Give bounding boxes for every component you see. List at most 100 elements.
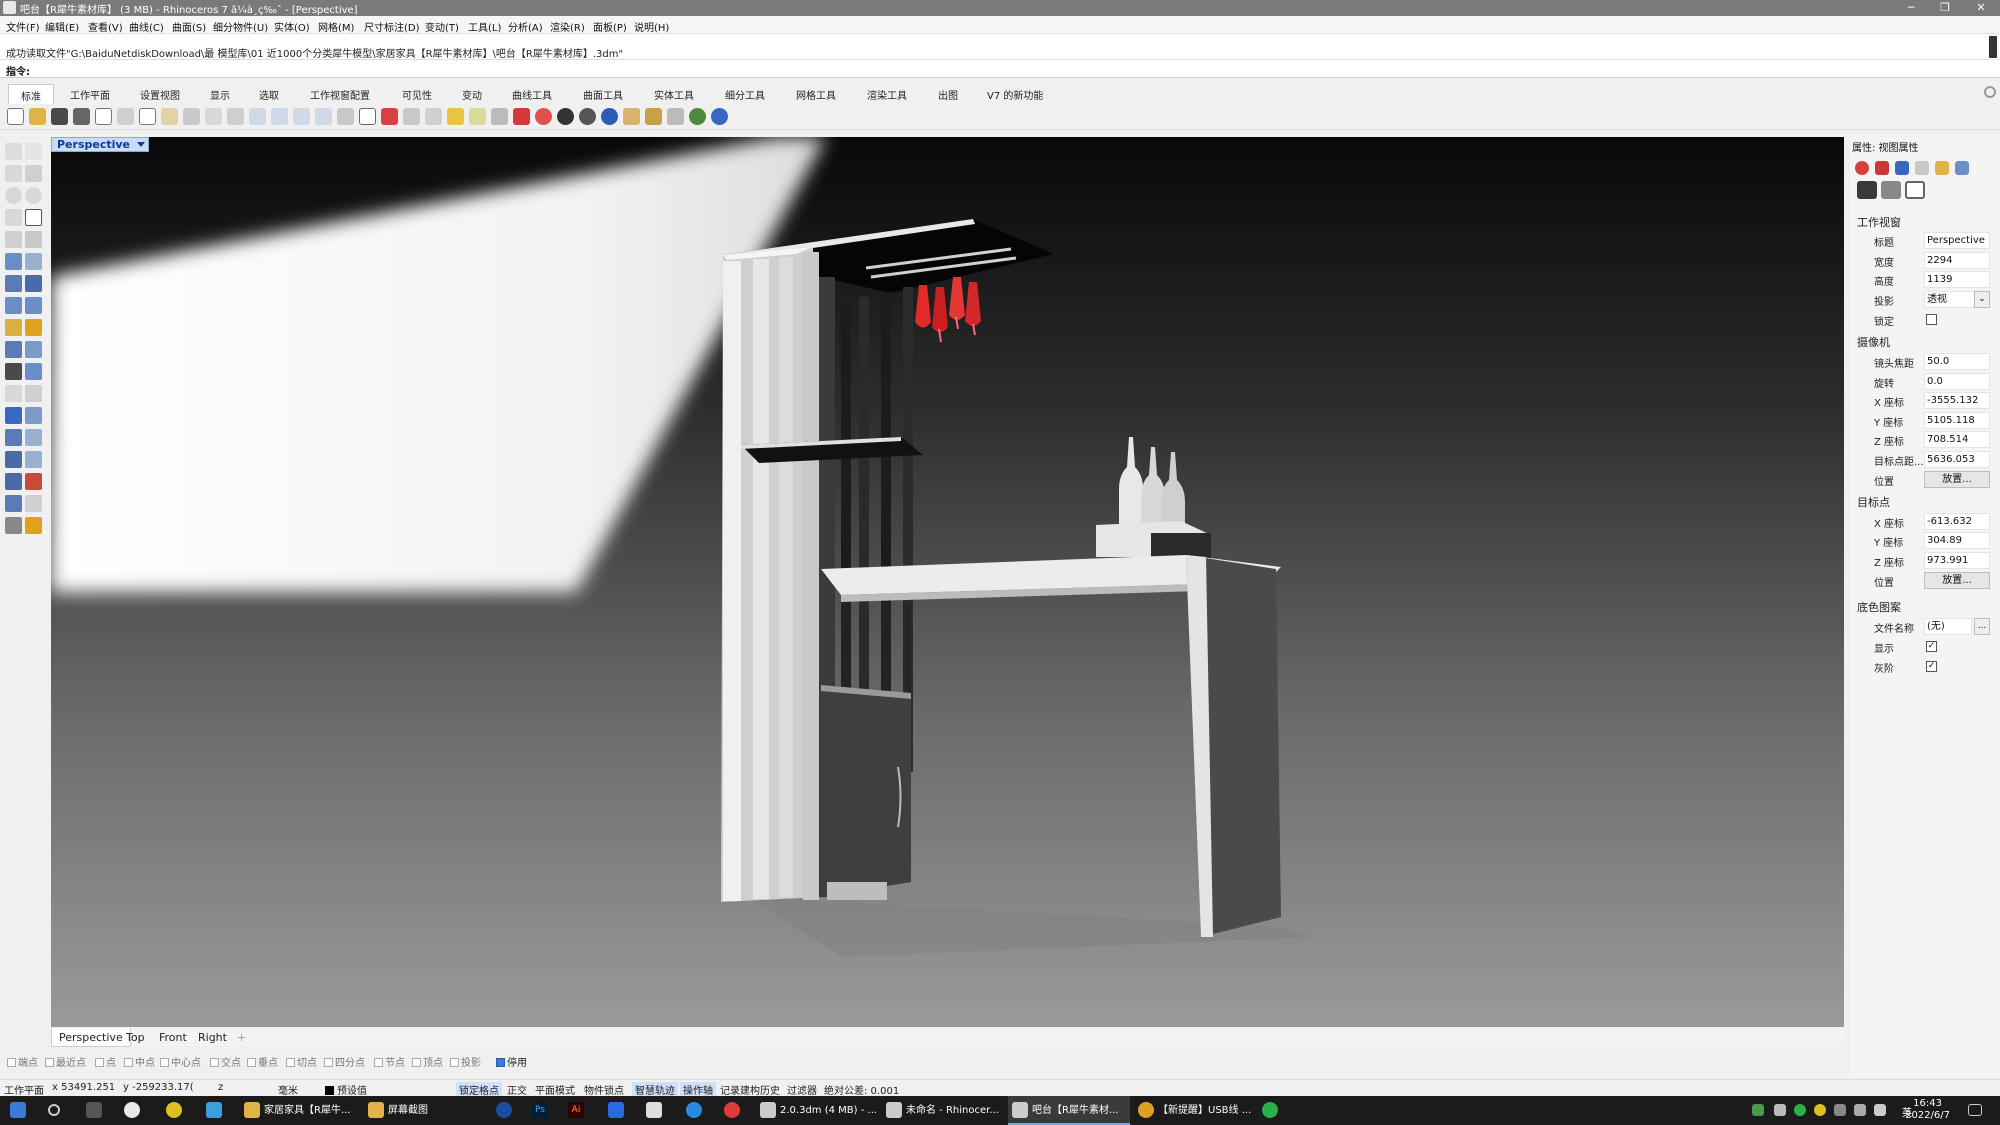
osnap-knot[interactable]: 节点 — [374, 1054, 405, 1069]
menu-solid[interactable]: 实体(O) — [274, 19, 310, 34]
render-tool-icon[interactable] — [5, 517, 22, 534]
viewport-title-tab[interactable]: Perspective — [51, 137, 150, 152]
select-icon[interactable] — [425, 108, 442, 125]
menu-surface[interactable]: 曲面(S) — [172, 19, 206, 34]
add-view-tab[interactable]: + — [237, 1031, 246, 1044]
menu-subd[interactable]: 细分物件(U) — [213, 19, 268, 34]
tab-visibility[interactable]: 可见性 — [402, 87, 432, 102]
rendered-sphere-icon[interactable] — [579, 108, 596, 125]
copy-object-icon[interactable] — [25, 407, 42, 424]
menu-dimension[interactable]: 尺寸标注(D) — [364, 19, 420, 34]
undo-icon[interactable] — [183, 108, 200, 125]
display-icon[interactable] — [1955, 161, 1969, 175]
osnap-quad[interactable]: 四分点 — [324, 1054, 365, 1069]
trim-icon[interactable] — [5, 363, 22, 380]
open-folder-icon[interactable] — [29, 108, 46, 125]
material-props-icon[interactable] — [1875, 161, 1889, 175]
tab-right[interactable]: Right — [198, 1031, 227, 1044]
mesh-icon[interactable] — [25, 297, 42, 314]
tab-cplanes[interactable]: 工作平面 — [70, 87, 110, 102]
notification-icon[interactable] — [1968, 1104, 1982, 1116]
tab-solid-tools[interactable]: 实体工具 — [654, 87, 694, 102]
spotlight-icon[interactable] — [25, 319, 42, 336]
new-file-icon[interactable] — [7, 108, 24, 125]
extrude-icon[interactable] — [5, 297, 22, 314]
media-player-icon[interactable] — [206, 1102, 222, 1118]
gear-icon[interactable] — [1984, 86, 1996, 98]
osnap-vertex[interactable]: 顶点 — [412, 1054, 443, 1069]
surface-icon[interactable] — [5, 253, 22, 270]
osnap-center[interactable]: 中心点 — [160, 1054, 201, 1069]
volume-icon[interactable] — [1874, 1104, 1886, 1116]
tab-drafting[interactable]: 出图 — [938, 87, 958, 102]
lock-icon[interactable] — [491, 108, 508, 125]
taskbar-chrome[interactable]: 【新提醒】USB线 ... — [1134, 1096, 1256, 1125]
smarttrack-toggle[interactable]: 智慧轨迹 — [632, 1082, 678, 1097]
width-field[interactable]: 2294 — [1924, 252, 1990, 269]
camera-z-field[interactable]: 708.514 — [1924, 431, 1990, 448]
target-y-field[interactable]: 304.89 — [1924, 532, 1990, 549]
minimize-button[interactable]: ─ — [1896, 0, 1926, 16]
point-icon[interactable] — [25, 143, 42, 160]
tab-top[interactable]: Top — [126, 1031, 145, 1044]
taskbar-rhino-203[interactable]: 2.0.3dm (4 MB) - ... — [756, 1096, 878, 1125]
boolean-icon[interactable] — [25, 275, 42, 292]
network-icon[interactable] — [1834, 1104, 1846, 1116]
shaded-sphere-icon[interactable] — [557, 108, 574, 125]
ortho-toggle[interactable]: 正交 — [507, 1082, 527, 1097]
scale-icon[interactable] — [25, 429, 42, 446]
tab-mesh-tools[interactable]: 网格工具 — [796, 87, 836, 102]
grasshopper-icon[interactable] — [667, 108, 684, 125]
tab-display[interactable]: 显示 — [210, 87, 230, 102]
tab-render-tools[interactable]: 渲染工具 — [867, 87, 907, 102]
target-distance-field[interactable]: 5636.053 — [1924, 451, 1990, 468]
grayscale-checkbox[interactable]: ✓ — [1926, 661, 1937, 672]
cut-icon[interactable] — [117, 108, 134, 125]
osnap-project[interactable]: 投影 — [450, 1054, 481, 1069]
osnap-toggle[interactable]: 物件锁点 — [584, 1082, 624, 1097]
filename-field[interactable]: (无) — [1924, 618, 1972, 635]
rhino-app-icon[interactable] — [3, 1, 16, 14]
osnap-end[interactable]: 端点 — [7, 1054, 38, 1069]
light-bulb-icon[interactable] — [469, 108, 486, 125]
usb-icon[interactable] — [1774, 1104, 1786, 1116]
menu-analyze[interactable]: 分析(A) — [508, 19, 543, 34]
obs-icon[interactable] — [496, 1102, 512, 1118]
analyze-icon[interactable] — [5, 495, 22, 512]
wechat-icon[interactable] — [1262, 1102, 1278, 1118]
title-field[interactable]: Perspective — [1924, 232, 1990, 249]
dimension-icon[interactable] — [25, 451, 42, 468]
select-arrow-icon[interactable] — [5, 143, 22, 160]
maximize-button[interactable]: ❐ — [1930, 0, 1960, 16]
menu-file[interactable]: 文件(F) — [6, 19, 40, 34]
taskbar-folder-furniture[interactable]: 家居家具【R犀牛... — [240, 1096, 360, 1125]
loft-icon[interactable] — [25, 253, 42, 270]
feishu-icon[interactable] — [608, 1102, 624, 1118]
target-z-field[interactable]: 973.991 — [1924, 552, 1990, 569]
osnap-near[interactable]: 最近点 — [45, 1054, 86, 1069]
chevron-down-icon[interactable]: ⌄ — [1974, 291, 1990, 308]
tab-front[interactable]: Front — [159, 1031, 187, 1044]
menu-edit[interactable]: 编辑(E) — [45, 19, 79, 34]
target-x-field[interactable]: -613.632 — [1924, 513, 1990, 530]
save-icon[interactable] — [51, 108, 68, 125]
layer-icon[interactable] — [513, 108, 530, 125]
rotate-view-icon[interactable] — [227, 108, 244, 125]
history-toggle[interactable]: 记录建构历史 — [720, 1082, 780, 1097]
close-button[interactable]: ✕ — [1966, 0, 1996, 16]
tray-icon[interactable] — [1752, 1104, 1764, 1116]
globe-icon[interactable] — [689, 108, 706, 125]
curve-icon[interactable] — [25, 165, 42, 182]
tab-perspective[interactable]: Perspective — [51, 1028, 131, 1047]
zoom-selected-icon[interactable] — [315, 108, 332, 125]
tab-viewport-layout[interactable]: 工作视窗配置 — [310, 87, 370, 102]
paste-icon[interactable] — [161, 108, 178, 125]
menu-tools[interactable]: 工具(L) — [468, 19, 501, 34]
print-icon[interactable] — [73, 108, 90, 125]
fillet-icon[interactable] — [5, 341, 22, 358]
pan-hand-icon[interactable] — [205, 108, 222, 125]
zoom-window-icon[interactable] — [271, 108, 288, 125]
tab-set-view[interactable]: 设置视图 — [140, 87, 180, 102]
material-icon[interactable] — [25, 517, 42, 534]
freeform-curve-icon[interactable] — [25, 231, 42, 248]
